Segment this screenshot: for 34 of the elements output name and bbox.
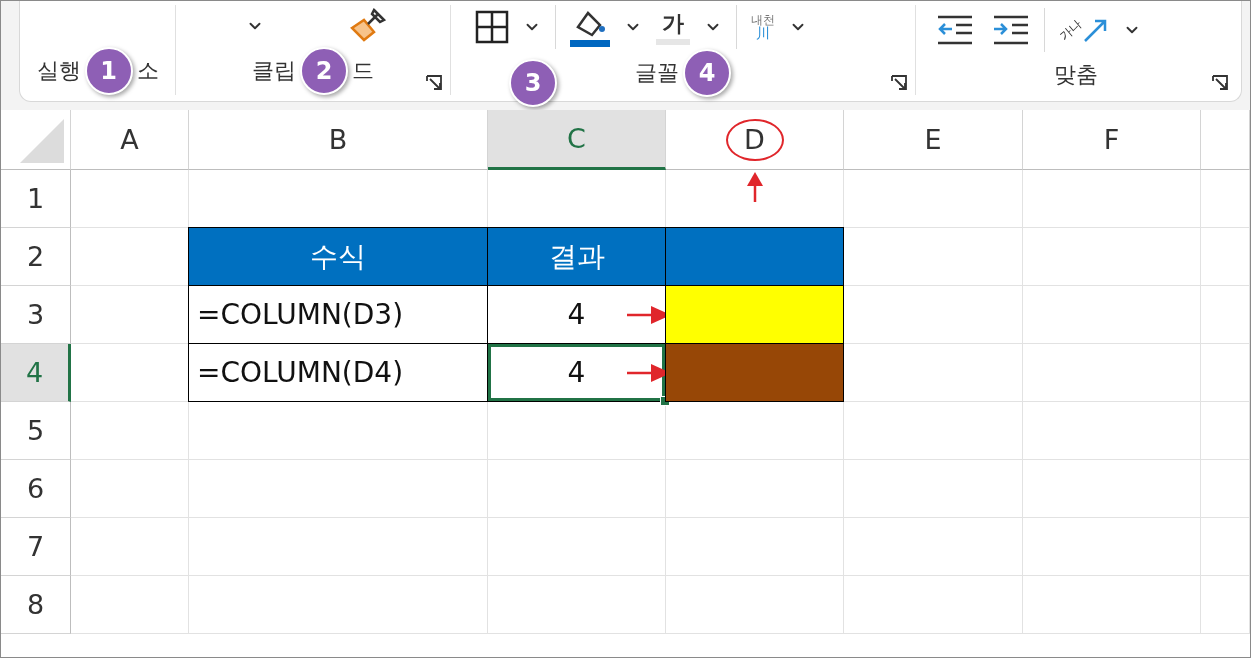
cell-text: 수식 bbox=[310, 238, 366, 275]
row-header[interactable]: 3 bbox=[1, 286, 71, 344]
row-header[interactable]: 6 bbox=[1, 460, 71, 518]
step-badge: 3 bbox=[509, 59, 557, 107]
group-label: 클립 bbox=[252, 57, 296, 85]
column-header[interactable]: C bbox=[488, 110, 666, 170]
row-header[interactable]: 2 bbox=[1, 228, 71, 286]
column-header[interactable]: F bbox=[1023, 110, 1201, 170]
row-header[interactable]: 8 bbox=[1, 576, 71, 634]
row-header[interactable]: 1 bbox=[1, 170, 71, 228]
cell-text: 결과 bbox=[548, 238, 605, 275]
group-label: 실행 bbox=[36, 57, 81, 85]
orientation-button[interactable]: 가나 bbox=[1059, 17, 1109, 43]
column-header[interactable]: E bbox=[844, 110, 1023, 170]
group-label: 드 bbox=[352, 57, 374, 85]
group-label: 글꼴 bbox=[635, 59, 679, 87]
column-header[interactable]: A bbox=[71, 110, 189, 170]
cell-text: 4 bbox=[567, 298, 586, 331]
row-header[interactable]: 4 bbox=[1, 344, 71, 402]
step-badge: 2 bbox=[300, 47, 348, 95]
row-header[interactable]: 7 bbox=[1, 518, 71, 576]
row-header[interactable]: 5 bbox=[1, 402, 71, 460]
cell-text: =COLUMN(D4) bbox=[197, 356, 404, 389]
phonetic-guide-button[interactable]: 내천 川 bbox=[751, 14, 775, 40]
cell-text: =COLUMN(D3) bbox=[197, 298, 404, 331]
group-label: 소 bbox=[136, 57, 159, 85]
step-badge: 4 bbox=[683, 49, 731, 97]
step-badge: 1 bbox=[84, 47, 133, 95]
font-color-button[interactable]: 가 bbox=[656, 9, 690, 45]
cell-text: 4 bbox=[567, 356, 586, 389]
group-label: 맞춤 bbox=[1054, 61, 1098, 89]
circled-column-letter: D bbox=[727, 120, 782, 159]
column-header[interactable]: B bbox=[189, 110, 488, 170]
column-header[interactable]: D bbox=[666, 110, 844, 170]
